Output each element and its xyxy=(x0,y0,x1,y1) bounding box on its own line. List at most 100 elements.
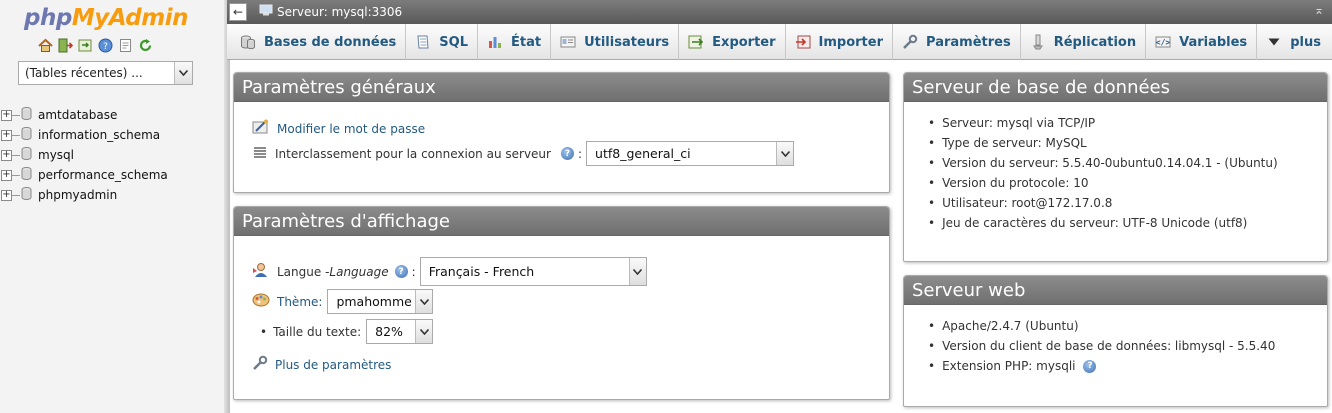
collation-value: utf8_general_ci xyxy=(595,146,691,161)
tab-more[interactable]: plus xyxy=(1257,24,1330,60)
database-icon xyxy=(21,167,32,183)
tab-label: État xyxy=(510,34,542,50)
key-icon xyxy=(252,119,270,138)
database-item[interactable]: + information_schema xyxy=(0,125,168,145)
recent-tables-value: (Tables récentes) ... xyxy=(25,66,143,80)
help-icon[interactable]: ? xyxy=(394,265,408,278)
tab-import[interactable]: Importer xyxy=(786,24,894,60)
expand-icon[interactable]: + xyxy=(1,169,12,181)
query-window-icon[interactable] xyxy=(78,38,93,53)
tab-databases[interactable]: Bases de données xyxy=(231,24,407,60)
font-size-select[interactable]: 82% xyxy=(366,319,434,344)
panel-title: Paramètres d'affichage xyxy=(234,207,889,236)
expand-icon[interactable]: + xyxy=(1,149,12,161)
collapse-navigation-button[interactable]: ← xyxy=(229,3,247,21)
info-item: Apache/2.4.7 (Ubuntu) xyxy=(928,316,1275,336)
more-settings-link[interactable]: Plus de paramètres xyxy=(275,358,391,372)
language-select[interactable]: Français - French xyxy=(419,257,647,286)
help-icon[interactable]: ? xyxy=(560,147,574,160)
sql-icon xyxy=(415,34,431,50)
hide-topmenu-icon[interactable]: ⌅ xyxy=(1314,3,1324,17)
language-row: Langue - Language ? : Français - French xyxy=(252,257,647,286)
phpmyadmin-logo[interactable]: phpMyAdmin xyxy=(24,5,188,31)
logo-myadmin-text: MyAdmin xyxy=(71,5,189,31)
panel-title: Serveur de base de données xyxy=(904,73,1327,102)
database-name[interactable]: performance_schema xyxy=(38,168,168,182)
info-text: Extension PHP: mysqli xyxy=(942,359,1076,373)
navigation-icons: ? xyxy=(38,38,153,53)
tab-label: Utilisateurs xyxy=(584,34,670,50)
expand-icon[interactable]: + xyxy=(1,189,12,201)
tab-sql[interactable]: SQL xyxy=(406,24,478,60)
chevron-down-icon xyxy=(415,290,433,313)
database-name[interactable]: information_schema xyxy=(38,128,160,142)
navigation-panel: phpMyAdmin ? (Tables récentes) ... + amt… xyxy=(0,0,227,413)
info-item: Version du protocole: 10 xyxy=(928,173,1278,193)
chevron-down-icon xyxy=(628,258,646,285)
database-item[interactable]: + performance_schema xyxy=(0,165,168,185)
svg-text:</>: </> xyxy=(1156,38,1171,47)
more-settings-row[interactable]: Plus de paramètres xyxy=(252,355,391,374)
wrench-icon xyxy=(252,355,268,374)
import-icon xyxy=(795,34,811,50)
list-icon xyxy=(254,146,266,161)
server-icon xyxy=(259,4,273,19)
breadcrumb[interactable]: Serveur: mysql:3306 xyxy=(259,4,402,19)
font-size-row: • Taille du texte: 82% xyxy=(260,319,434,344)
tab-label: Exporter xyxy=(712,34,776,50)
tab-settings[interactable]: Paramètres xyxy=(893,24,1021,60)
navigation-resizer[interactable] xyxy=(224,0,230,413)
recent-tables-select[interactable]: (Tables récentes) ... xyxy=(18,61,193,85)
help-icon[interactable]: ? xyxy=(1083,359,1097,373)
database-icon xyxy=(21,127,32,143)
change-password-row[interactable]: Modifier le mot de passe xyxy=(252,119,425,138)
breadcrumb-server[interactable]: Serveur: mysql:3306 xyxy=(277,5,402,19)
tab-users[interactable]: Utilisateurs xyxy=(551,24,680,60)
tab-label: Importer xyxy=(818,34,884,50)
colon-separator: : xyxy=(411,264,416,279)
database-item[interactable]: + phpmyadmin xyxy=(0,185,168,205)
collation-select[interactable]: utf8_general_ci xyxy=(586,141,795,166)
top-breadcrumb-bar: ← Serveur: mysql:3306 ⌅ xyxy=(227,0,1332,24)
settings-icon xyxy=(902,34,918,50)
exit-icon[interactable] xyxy=(58,38,73,53)
theme-select[interactable]: pmahomme xyxy=(327,289,434,314)
tab-status[interactable]: État xyxy=(478,24,552,60)
language-value: Français - French xyxy=(428,264,535,279)
info-item: Utilisateur: root@172.17.0.8 xyxy=(928,193,1278,213)
home-icon[interactable] xyxy=(38,38,53,53)
tab-variables[interactable]: </> Variables xyxy=(1146,24,1258,60)
info-item: Serveur: mysql via TCP/IP xyxy=(928,113,1278,133)
language-label: Langue - xyxy=(277,264,330,279)
reload-icon[interactable] xyxy=(138,38,153,53)
logo-php-text: php xyxy=(24,5,72,31)
database-name[interactable]: amtdatabase xyxy=(38,108,117,122)
tab-replication[interactable]: Réplication xyxy=(1021,24,1147,60)
chevron-down-icon xyxy=(776,142,794,165)
info-item: Type de serveur: MySQL xyxy=(928,133,1278,153)
database-icon xyxy=(21,187,32,203)
info-item: Jeu de caractères du serveur: UTF-8 Unic… xyxy=(928,213,1278,233)
change-password-link[interactable]: Modifier le mot de passe xyxy=(277,122,425,136)
theme-link[interactable]: Thème: xyxy=(277,295,322,309)
database-name[interactable]: mysql xyxy=(38,148,74,162)
info-item: Version du serveur: 5.5.40-0ubuntu0.14.0… xyxy=(928,153,1278,173)
web-server-panel: Serveur web Apache/2.4.7 (Ubuntu) Versio… xyxy=(903,275,1328,407)
collation-label: Interclassement pour la connexion au ser… xyxy=(275,146,551,161)
databases-icon xyxy=(240,34,256,50)
tab-label: Réplication xyxy=(1053,34,1137,50)
database-item[interactable]: + amtdatabase xyxy=(0,105,168,125)
database-server-info-list: Serveur: mysql via TCP/IP Type de serveu… xyxy=(928,113,1278,233)
database-item[interactable]: + mysql xyxy=(0,145,168,165)
tab-export[interactable]: Exporter xyxy=(679,24,786,60)
database-name[interactable]: phpmyadmin xyxy=(38,188,117,202)
expand-icon[interactable]: + xyxy=(1,129,12,141)
docs-icon[interactable]: ? xyxy=(98,38,113,53)
database-tree: + amtdatabase + information_schema + mys… xyxy=(0,105,168,205)
expand-icon[interactable]: + xyxy=(1,109,12,121)
svg-text:?: ? xyxy=(103,42,108,52)
main-tabs: Bases de données SQL État Utilisateurs E… xyxy=(227,24,1332,60)
font-size-label: Taille du texte: xyxy=(273,324,362,339)
info-item-php-extension: Extension PHP: mysqli ? xyxy=(928,356,1275,376)
wiki-icon[interactable] xyxy=(118,38,133,53)
